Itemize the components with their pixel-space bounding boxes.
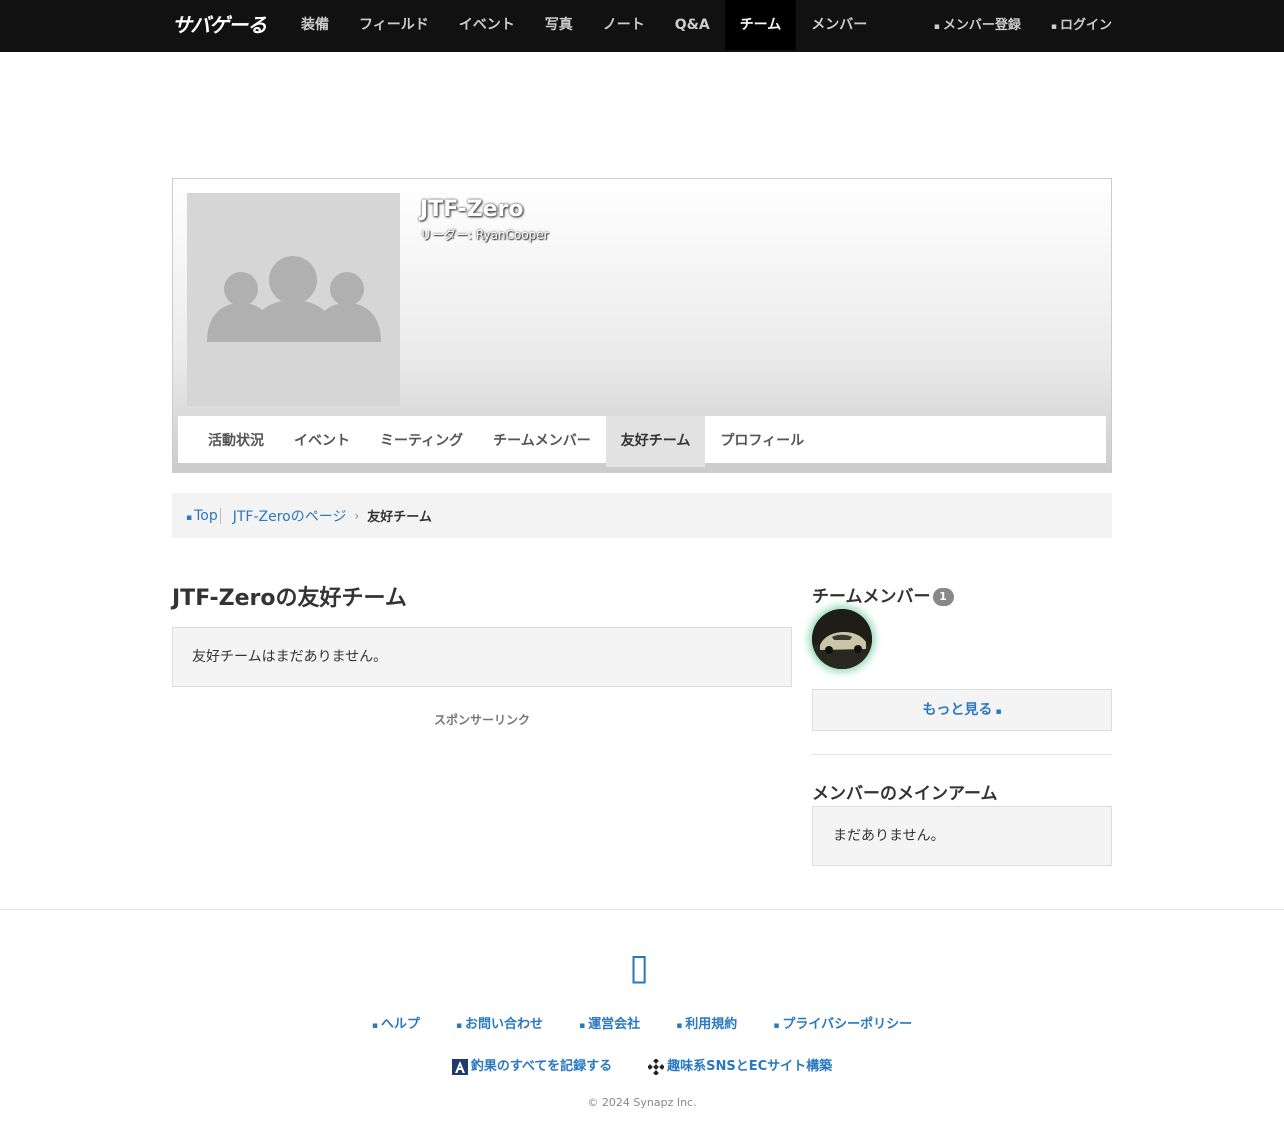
document-icon: ▪ — [676, 1021, 683, 1031]
sidebar-divider — [812, 754, 1112, 755]
footer-link-company-label: 運営会社 — [588, 1017, 641, 1032]
car-photo-icon — [812, 609, 872, 669]
nav-item-equipment[interactable]: 装備 — [286, 0, 344, 50]
nav-item-qa[interactable]: Q&A — [660, 0, 725, 50]
footer-link-help[interactable]: ▪ ヘルプ — [372, 1013, 420, 1032]
footer-link-terms-label: 利用規約 — [685, 1017, 738, 1032]
team-leader[interactable]: リーダー: RyanCooper — [420, 226, 549, 243]
footer-logo-icon[interactable]: ▯ — [625, 948, 653, 988]
login-link[interactable]: ▪ ログイン — [1051, 0, 1112, 52]
team-members-title: チームメンバー — [812, 587, 931, 607]
footer-divider — [0, 909, 1284, 910]
breadcrumb-top-label: Top — [194, 507, 218, 524]
nav-item-teams[interactable]: チーム — [724, 0, 797, 50]
main-arm-title: メンバーのメインアーム — [812, 784, 998, 804]
register-label: メンバー登録 — [942, 18, 1021, 33]
breadcrumb-top-link[interactable]: ▪ Top — [186, 507, 221, 524]
tab-team-members[interactable]: チームメンバー — [478, 416, 606, 467]
team-tabs: 活動状況 イベント ミーティング チームメンバー 友好チーム プロフィール — [178, 416, 1106, 467]
page-title: JTF-Zeroの友好チーム — [172, 586, 407, 611]
footer-link-contact-label: お問い合わせ — [465, 1017, 544, 1032]
footer-link-privacy-label: プライバシーポリシー — [782, 1017, 913, 1032]
register-link[interactable]: ▪ メンバー登録 — [934, 0, 1021, 52]
user-plus-icon: ▪ — [933, 22, 940, 32]
footer-link-contact[interactable]: ▪ お問い合わせ — [456, 1013, 543, 1032]
member-count-badge: 1 — [932, 588, 954, 606]
building-icon: ▪ — [579, 1021, 586, 1031]
chevron-right-icon: › — [354, 508, 360, 523]
site-logo[interactable]: サバゲーる — [172, 10, 267, 40]
breadcrumb: ▪ Top JTF-Zeroのページ › 友好チーム — [172, 493, 1112, 538]
nav-item-members[interactable]: メンバー — [796, 0, 882, 50]
synapz-logo-icon — [648, 1058, 665, 1075]
breadcrumb-team-page-link[interactable]: JTF-Zeroのページ — [233, 506, 347, 526]
more-members-button[interactable]: もっと見る ▪ — [812, 689, 1112, 731]
anglers-logo-icon — [451, 1058, 468, 1075]
sister-site-fishing-label: 釣果のすべてを記録する — [470, 1059, 613, 1074]
lock-icon: ▪ — [773, 1021, 780, 1031]
tab-profile[interactable]: プロフィール — [705, 416, 819, 467]
footer-link-privacy[interactable]: ▪ プライバシーポリシー — [773, 1013, 912, 1032]
account-nav: ▪ メンバー登録 ▪ ログイン — [934, 0, 1112, 52]
team-avatar-placeholder — [187, 193, 400, 406]
sister-site-fishing[interactable]: 釣果のすべてを記録する — [451, 1055, 613, 1075]
tab-events[interactable]: イベント — [279, 416, 365, 467]
nav-item-events[interactable]: イベント — [444, 0, 530, 50]
help-icon: ▪ — [371, 1021, 378, 1031]
group-icon — [207, 256, 381, 342]
footer-link-help-label: ヘルプ — [380, 1017, 420, 1032]
footer-sister-sites: 釣果のすべてを記録する 趣味系SNSとECサイト構築 — [0, 1055, 1284, 1075]
nav-item-fields[interactable]: フィールド — [344, 0, 444, 50]
home-icon: ▪ — [186, 512, 193, 523]
sister-site-sns-label: 趣味系SNSとECサイト構築 — [667, 1059, 833, 1074]
mail-icon: ▪ — [455, 1021, 463, 1031]
login-icon: ▪ — [1050, 22, 1057, 32]
breadcrumb-current: 友好チーム — [367, 510, 432, 525]
team-members-heading: チームメンバー 1 — [812, 582, 954, 607]
tab-meetings[interactable]: ミーティング — [365, 416, 478, 467]
tab-friendly-teams[interactable]: 友好チーム — [605, 416, 706, 467]
sponsor-label: スポンサーリンク — [433, 713, 530, 727]
sister-site-sns[interactable]: 趣味系SNSとECサイト構築 — [648, 1055, 832, 1075]
nav-item-notes[interactable]: ノート — [588, 0, 660, 50]
more-members-label: もっと見る — [922, 702, 993, 718]
footer-link-terms[interactable]: ▪ 利用規約 — [676, 1013, 737, 1032]
copyright: © 2024 Synapz Inc. — [587, 1096, 697, 1109]
main-arm-empty-message: まだありません。 — [812, 806, 1112, 866]
login-label: ログイン — [1059, 18, 1112, 33]
team-header-card: JTF-Zero リーダー: RyanCooper 活動状況 イベント ミーティ… — [172, 178, 1112, 473]
chevron-right-icon: ▪ — [995, 707, 1002, 717]
member-avatar[interactable] — [812, 609, 872, 669]
footer-links: ▪ ヘルプ ▪ お問い合わせ ▪ 運営会社 ▪ 利用規約 ▪ プライバシーポリシー — [0, 1013, 1284, 1032]
nav-item-photos[interactable]: 写真 — [530, 0, 588, 50]
friendly-teams-empty-message: 友好チームはまだありません。 — [172, 627, 792, 687]
footer-link-company[interactable]: ▪ 運営会社 — [579, 1013, 640, 1032]
team-name: JTF-Zero — [420, 197, 524, 222]
top-navbar: サバゲーる 装備 フィールド イベント 写真 ノート Q&A チーム メンバー … — [0, 0, 1284, 52]
tab-activity[interactable]: 活動状況 — [193, 416, 279, 467]
main-nav: 装備 フィールド イベント 写真 ノート Q&A チーム メンバー — [286, 0, 882, 52]
